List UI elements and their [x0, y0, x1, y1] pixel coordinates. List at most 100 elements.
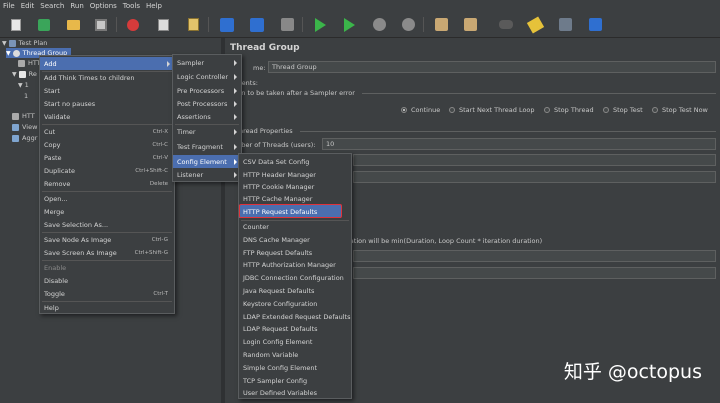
loop-count-input[interactable] [353, 171, 716, 183]
tree-item-child-2[interactable]: 1 [24, 91, 28, 101]
clear-all-icon[interactable] [461, 16, 479, 33]
new-file-icon[interactable] [7, 16, 25, 33]
reset-search-icon[interactable] [526, 16, 544, 33]
config-item-random-variable[interactable]: Random Variable [239, 348, 351, 361]
stop-icon[interactable] [370, 16, 388, 33]
context-menu-item-open[interactable]: Open... [40, 192, 174, 205]
name-input[interactable]: Thread Group [268, 61, 716, 73]
search-binoculars-icon[interactable] [497, 16, 515, 33]
startup-delay-input[interactable] [353, 267, 716, 279]
save-icon[interactable] [92, 16, 110, 33]
radio-stop-test-now[interactable]: Stop Test Now [652, 106, 708, 114]
submenu-item-pre-processors[interactable]: Pre Processors [173, 84, 241, 97]
config-item-ldap-request-defaults[interactable]: LDAP Request Defaults [239, 322, 351, 335]
expand-arrow-icon[interactable]: ▼ [6, 50, 11, 57]
context-menu-item-toggle[interactable]: Toggle Ctrl-T [40, 287, 174, 300]
submenu-item-timer[interactable]: Timer [173, 125, 241, 138]
duration-input[interactable] [353, 250, 716, 262]
copy-icon[interactable] [154, 16, 172, 33]
context-menu-item-enable[interactable]: Enable [40, 261, 174, 274]
config-item-dns-cache-manager[interactable]: DNS Cache Manager [239, 233, 351, 246]
submenu-item-test-fragment[interactable]: Test Fragment [173, 140, 241, 153]
menu-item-label: FTP Request Defaults [243, 248, 313, 257]
context-menu: Add Add Think Times to children Start St… [39, 55, 175, 314]
expand-arrow-icon[interactable]: ▼ [18, 82, 23, 89]
radio-dot[interactable] [449, 107, 455, 113]
context-menu-item-merge[interactable]: Merge [40, 205, 174, 218]
ramp-up-input[interactable] [353, 154, 716, 166]
context-menu-item-remove[interactable]: Remove Delete [40, 177, 174, 190]
menu-search[interactable]: Search [40, 2, 64, 10]
radio-dot[interactable] [401, 107, 407, 113]
radio-continue[interactable]: Continue [401, 106, 440, 114]
radio-dot[interactable] [544, 107, 550, 113]
config-item-http-authorization-manager[interactable]: HTTP Authorization Manager [239, 258, 351, 271]
toggle-icon[interactable] [278, 16, 296, 33]
context-menu-item-cut[interactable]: Cut Ctrl-X [40, 125, 174, 138]
tree-item-http[interactable]: HTT [18, 58, 41, 68]
context-menu-item-add-think-times[interactable]: Add Think Times to children [40, 71, 174, 84]
config-item-user-defined-variables[interactable]: User Defined Variables [239, 386, 351, 399]
submenu-item-post-processors[interactable]: Post Processors [173, 97, 241, 110]
shutdown-icon[interactable] [399, 16, 417, 33]
context-menu-item-start[interactable]: Start [40, 84, 174, 97]
context-menu-item-save-selection[interactable]: Save Selection As... [40, 218, 174, 231]
threads-input[interactable]: 10 [322, 138, 716, 150]
tree-item-request[interactable]: ▼ Re [12, 69, 37, 79]
clear-icon[interactable] [432, 16, 450, 33]
open-folder-icon[interactable] [64, 16, 82, 33]
help-icon[interactable] [586, 16, 604, 33]
config-item-simple-config[interactable]: Simple Config Element [239, 361, 351, 374]
radio-stop-thread[interactable]: Stop Thread [544, 106, 594, 114]
config-icon [18, 59, 25, 67]
tree-item-aggregate[interactable]: Aggr [12, 133, 37, 143]
cut-icon[interactable] [124, 16, 142, 33]
context-menu-item-paste[interactable]: Paste Ctrl-V [40, 151, 174, 164]
config-item-keystore[interactable]: Keystore Configuration [239, 297, 351, 310]
context-menu-item-duplicate[interactable]: Duplicate Ctrl+Shift-C [40, 164, 174, 177]
paste-icon[interactable] [184, 16, 202, 33]
config-item-csv-data-set[interactable]: CSV Data Set Config [239, 155, 351, 168]
tree-item-label: Test Plan [18, 39, 48, 47]
context-menu-item-save-node-image[interactable]: Save Node As Image Ctrl-G [40, 233, 174, 246]
config-item-counter[interactable]: Counter [239, 220, 351, 233]
gear-icon [12, 49, 20, 57]
radio-dot[interactable] [603, 107, 609, 113]
menu-edit[interactable]: Edit [21, 2, 35, 10]
context-menu-item-add[interactable]: Add [40, 57, 174, 70]
templates-icon[interactable] [35, 16, 53, 33]
config-item-jdbc-connection[interactable]: JDBC Connection Configuration [239, 271, 351, 284]
tree-item-view-results[interactable]: View [12, 122, 37, 132]
submenu-item-assertions[interactable]: Assertions [173, 110, 241, 123]
radio-stop-test[interactable]: Stop Test [603, 106, 643, 114]
context-menu-item-copy[interactable]: Copy Ctrl-C [40, 138, 174, 151]
submenu-item-sampler[interactable]: Sampler [173, 56, 241, 69]
menu-options[interactable]: Options [90, 2, 117, 10]
start-icon[interactable] [311, 16, 329, 33]
config-item-java-request-defaults[interactable]: Java Request Defaults [239, 284, 351, 297]
menu-tools[interactable]: Tools [123, 2, 140, 10]
function-helper-icon[interactable] [556, 16, 574, 33]
tree-item-test-plan[interactable]: ▼ Test Plan [2, 38, 47, 48]
submenu-item-listener[interactable]: Listener [173, 168, 241, 181]
collapse-icon[interactable] [248, 16, 266, 33]
context-menu-item-save-screen-image[interactable]: Save Screen As Image Ctrl+Shift-G [40, 246, 174, 259]
context-menu-item-start-no-pauses[interactable]: Start no pauses [40, 97, 174, 110]
menu-help[interactable]: Help [146, 2, 162, 10]
context-menu-item-validate[interactable]: Validate [40, 110, 174, 123]
radio-start-next-loop[interactable]: Start Next Thread Loop [449, 106, 535, 114]
tree-item-http-2[interactable]: HTT [12, 111, 35, 121]
expand-icon[interactable] [218, 16, 236, 33]
expand-arrow-icon[interactable]: ▼ [2, 40, 7, 47]
start-no-pauses-icon[interactable] [340, 16, 358, 33]
context-menu-item-help[interactable]: Help [40, 301, 174, 314]
radio-dot[interactable] [652, 107, 658, 113]
config-item-login-config[interactable]: Login Config Element [239, 335, 351, 348]
submenu-item-config-element[interactable]: Config Element [173, 155, 241, 168]
submenu-item-logic-controller[interactable]: Logic Controller [173, 70, 241, 83]
expand-arrow-icon[interactable]: ▼ [12, 71, 17, 78]
context-menu-item-disable[interactable]: Disable [40, 274, 174, 287]
menu-file[interactable]: File [3, 2, 15, 10]
menu-run[interactable]: Run [70, 2, 83, 10]
tree-item-child-1[interactable]: ▼ 1 [18, 80, 29, 90]
